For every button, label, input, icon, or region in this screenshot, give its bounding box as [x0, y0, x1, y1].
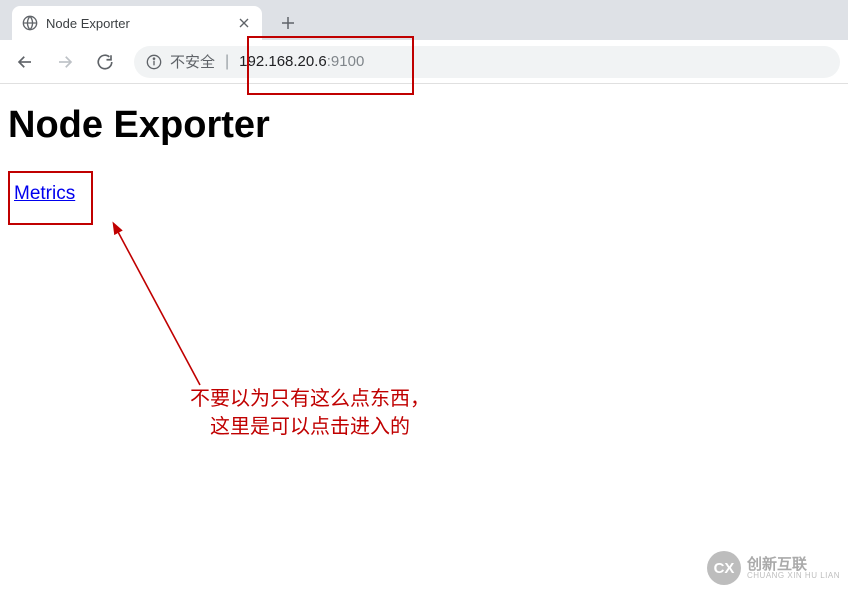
forward-button[interactable] [48, 45, 82, 79]
annotation-line-1: 不要以为只有这么点东西， [190, 385, 430, 413]
browser-toolbar: 不安全 | 192.168.20.6:9100 [0, 40, 848, 84]
url-text: 192.168.20.6:9100 [239, 53, 364, 70]
watermark-cn: 创新互联 [747, 557, 840, 572]
annotation-arrow [105, 220, 225, 400]
metrics-link[interactable]: Metrics [14, 183, 75, 204]
annotation-text: 不要以为只有这么点东西， 这里是可以点击进入的 [190, 385, 430, 441]
address-bar[interactable]: 不安全 | 192.168.20.6:9100 [134, 46, 840, 78]
browser-tab[interactable]: Node Exporter [12, 6, 262, 40]
page-title: Node Exporter [8, 104, 840, 147]
tab-title: Node Exporter [46, 16, 228, 31]
info-icon[interactable] [146, 54, 162, 70]
close-icon[interactable] [236, 15, 252, 31]
globe-icon [22, 15, 38, 31]
security-label: 不安全 [170, 51, 215, 72]
back-button[interactable] [8, 45, 42, 79]
watermark-badge: CX [707, 551, 741, 585]
annotation-line-2: 这里是可以点击进入的 [190, 413, 430, 441]
metrics-link-highlight-box: Metrics [8, 171, 93, 225]
new-tab-button[interactable] [274, 9, 302, 37]
reload-button[interactable] [88, 45, 122, 79]
page-body: Node Exporter Metrics [0, 84, 848, 233]
url-separator: | [225, 53, 229, 71]
watermark: CX 创新互联 CHUANG XIN HU LIAN [707, 551, 840, 585]
url-port: :9100 [327, 53, 365, 70]
url-host: 192.168.20.6 [239, 53, 327, 70]
tab-strip: Node Exporter [0, 0, 848, 40]
watermark-en: CHUANG XIN HU LIAN [747, 572, 840, 580]
